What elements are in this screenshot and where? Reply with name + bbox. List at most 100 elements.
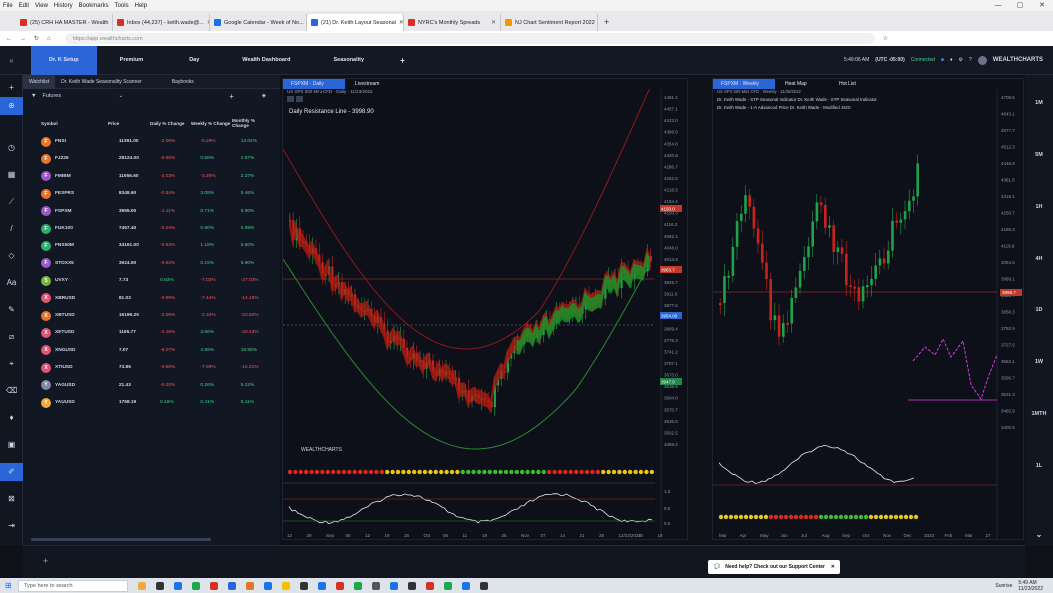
taskbar-app-icon[interactable]	[480, 581, 488, 590]
logout-icon[interactable]: ⇥	[0, 517, 23, 535]
chevron-down-icon[interactable]: ⌄	[1025, 530, 1053, 539]
column-header[interactable]: Weekly % Change	[191, 121, 232, 126]
home-icon[interactable]: ⌂	[47, 36, 51, 42]
taskbar-search[interactable]: Type here to search	[18, 579, 128, 592]
line-tool-icon[interactable]: /	[0, 220, 23, 238]
url-field[interactable]: https://app.wealthcharts.com	[64, 33, 875, 44]
browser-tab[interactable]: (21) Dr. Keith Layout Seasonal ✕	[307, 14, 404, 31]
column-header[interactable]: Symbol	[23, 121, 108, 126]
layout-tab[interactable]: Dr. K Setup	[31, 45, 97, 75]
layout-tab[interactable]: Wealth Dashboard	[222, 46, 310, 75]
reload-icon[interactable]: ↻	[34, 35, 39, 42]
taskbar-app-icon[interactable]	[264, 581, 272, 590]
lock-icon[interactable]: ⊠	[0, 490, 23, 508]
taskbar-app-icon[interactable]	[210, 581, 218, 590]
table-row[interactable]: X XNGUSD 7.07 -6.07% 4.99% 19.56%	[23, 342, 280, 359]
star-icon[interactable]: ☆	[883, 35, 888, 42]
text-tool-icon[interactable]: Aa	[0, 274, 23, 292]
table-row[interactable]: X XTIUSD 73.86 -0.50% -7.59% -16.21%	[23, 359, 280, 376]
menu-edit[interactable]: Edit	[19, 3, 29, 9]
chart-daily[interactable]: FSPXM · Daily Livestream US SPX 500 Mini …	[282, 78, 688, 540]
timeframe-1mth[interactable]: 1MTH	[1025, 411, 1053, 417]
table-row[interactable]: F FJ225 28124.00 -0.90% 0.58% 2.97%	[23, 150, 280, 167]
chart-tab[interactable]: Hot List	[831, 79, 883, 89]
menu-view[interactable]: View	[35, 3, 48, 9]
taskbar-app-icon[interactable]	[174, 581, 182, 590]
timeframe-1l[interactable]: 1L	[1025, 463, 1053, 469]
watchlist-tab[interactable]: Dr. Keith Wade Seasonality Scanner	[55, 75, 148, 89]
layers-icon[interactable]: ▣	[0, 436, 23, 454]
back-icon[interactable]: ←	[6, 36, 12, 42]
table-row[interactable]: F STOXX5 3924.50 -0.82% 0.15% 5.90%	[23, 255, 280, 272]
plus-icon[interactable]: +	[0, 79, 23, 97]
table-row[interactable]: F FESPRS 8348.60 -0.54% 3.08% 5.46%	[23, 185, 280, 202]
browser-tab[interactable]: NJ Chart Sentiment Report 2022✕	[501, 14, 598, 31]
taskbar-app-icon[interactable]	[354, 581, 362, 590]
table-row[interactable]: F FSPXM 3955.00 -1.11% 0.71% 5.90%	[23, 203, 280, 220]
table-row[interactable]: X XBRUSD 81.03 -0.99% -7.44% -14.19%	[23, 290, 280, 307]
taskbar-app-icon[interactable]	[318, 581, 326, 590]
browser-tab[interactable]: Google Calendar - Week of No...✕	[210, 14, 307, 31]
eye-icon[interactable]	[296, 96, 303, 102]
taskbar-app-icon[interactable]	[228, 581, 236, 590]
gear-icon[interactable]	[287, 96, 294, 102]
calendar-icon[interactable]: ▦	[0, 166, 23, 184]
chart-daily-canvas[interactable]: 4481.2 4457.1 4423.0 4388.9 4354.8 4320.8 4286…	[283, 89, 689, 539]
scrollbar[interactable]	[31, 538, 211, 541]
browser-tab[interactable]: NYRC's Monthly Spreads ✕	[404, 14, 501, 31]
watchlist-tab[interactable]: Baybooks	[166, 75, 200, 89]
close-icon[interactable]: ✕	[1031, 0, 1053, 11]
timeframe-5m[interactable]: 5M	[1025, 152, 1053, 158]
menu-tools[interactable]: Tools	[115, 3, 129, 9]
maximize-icon[interactable]: ▢	[1009, 0, 1031, 11]
crosshair-icon[interactable]: ⊕	[0, 97, 23, 115]
table-row[interactable]: Y YAUUSD 1758.19 0.16% 0.41% 5.11%	[23, 394, 280, 411]
chevron-down-icon[interactable]: ⌄	[118, 93, 123, 99]
settings-icon[interactable]: ◈	[262, 93, 266, 99]
taskbar-app-icon[interactable]	[426, 581, 434, 590]
table-row[interactable]: X XETUSD 1165.77 -2.15% 3.56% -33.43%	[23, 324, 280, 341]
timezone[interactable]: (UTC -05:00)	[875, 57, 904, 63]
table-row[interactable]: F FNSI 11361.00 -2.06% -5.29% 13.04%	[23, 133, 280, 150]
clock-icon[interactable]: ◷	[0, 139, 23, 157]
taskbar-app-icon[interactable]	[336, 581, 344, 590]
support-banner[interactable]: 💬 Need help? Check out our Support Cente…	[708, 560, 840, 574]
menu-help[interactable]: Help	[135, 3, 147, 9]
minimize-icon[interactable]: —	[987, 0, 1009, 11]
column-header[interactable]: Price	[108, 121, 150, 126]
chart-weekly-canvas[interactable]: Dr. Keith Wade - STP Seasonal Indicator …	[713, 89, 1025, 539]
layout-tab[interactable]: Day	[166, 46, 222, 75]
new-tab-icon[interactable]: +	[598, 14, 615, 31]
start-icon[interactable]: ⊞	[5, 581, 12, 590]
taskbar-app-icon[interactable]	[138, 581, 146, 590]
forward-icon[interactable]: →	[20, 36, 26, 42]
chart-tab[interactable]: FSPXM · Weekly	[713, 79, 775, 89]
timeframe-4h[interactable]: 4H	[1025, 256, 1053, 262]
list-selector[interactable]: Futures	[42, 93, 112, 99]
gear-icon[interactable]: ⚙	[959, 57, 963, 63]
table-row[interactable]: F FNS50M 34161.00 -0.83% 1.18% 5.60%	[23, 237, 280, 254]
brush-icon[interactable]: ✎	[0, 301, 23, 319]
timeframe-1m[interactable]: 1M	[1025, 100, 1053, 106]
taskbar-app-icon[interactable]	[246, 581, 254, 590]
taskbar-app-icon[interactable]	[192, 581, 200, 590]
save-icon[interactable]: ■	[941, 57, 944, 63]
taskbar-app-icon[interactable]	[444, 581, 452, 590]
chart-tab[interactable]: Livestream	[347, 79, 387, 89]
layout-tab[interactable]: Premium	[97, 46, 167, 75]
chart-weekly[interactable]: FSPXM · Weekly Heat Map Hot List US SPX 50…	[712, 78, 1024, 540]
tag-icon[interactable]: ◇	[0, 247, 23, 265]
table-row[interactable]: X XBTUSD 16199.25 -2.06% -2.34% -23.60%	[23, 307, 280, 324]
taskbar-app-icon[interactable]	[390, 581, 398, 590]
timeframe-1h[interactable]: 1H	[1025, 204, 1053, 210]
layout-tab[interactable]: Seasonality	[310, 46, 387, 75]
bell-icon[interactable]: ♦	[950, 57, 953, 63]
chart-tab[interactable]: Heat Map	[777, 79, 829, 89]
add-icon[interactable]: +	[229, 92, 234, 101]
measure-icon[interactable]: ⌖	[0, 355, 23, 373]
table-row[interactable]: S UVXY 7.73 0.63% -7.03% -27.03%	[23, 272, 280, 289]
taskbar-app-icon[interactable]	[408, 581, 416, 590]
table-row[interactable]: F FUK100 7467.40 -0.04% 0.90% 5.99%	[23, 220, 280, 237]
ruler-icon[interactable]: ⧄	[0, 328, 23, 346]
collapse-icon[interactable]: «	[0, 56, 23, 65]
